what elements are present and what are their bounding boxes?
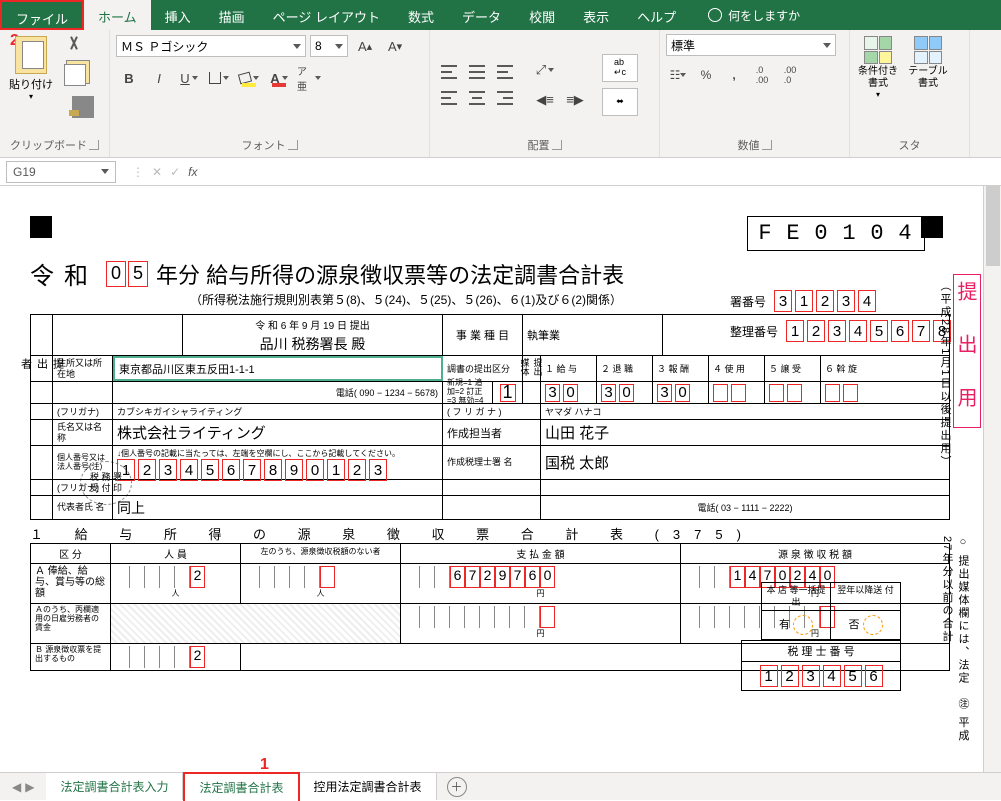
honten-box: 本 店 等一括提出翌年以降送 付 有 否 [761, 582, 901, 640]
dialog-launcher-icon[interactable] [89, 140, 99, 150]
alignment-label: 配置 [528, 137, 550, 153]
era-year: 05 [106, 261, 148, 287]
section1-title: １ 給 与 所 得 の 源 泉 徴 収 票 合 計 表 (375) [30, 524, 961, 543]
ribbon-body: 貼り付け ▾ クリップボード ＭＳ Ｐゴシック 8 A▴ A▾ B I U [0, 30, 1001, 158]
tab-home[interactable]: ホーム [84, 0, 151, 30]
increase-indent-icon[interactable]: ≡▶ [562, 88, 588, 112]
font-color-button[interactable]: A [266, 66, 292, 90]
side-note-2: ○ 提出媒体欄には、法定 ㊟ 平成27年分以前の合計 [939, 536, 971, 746]
tell-me[interactable]: 何をしますか [698, 0, 810, 30]
underline-button[interactable]: U [176, 66, 202, 90]
comma-icon[interactable]: , [722, 64, 746, 86]
currency-icon[interactable]: ☷ [666, 64, 690, 86]
merge-button[interactable]: ⬌ [602, 88, 638, 116]
align-middle-icon[interactable] [464, 60, 490, 84]
dialog-launcher-icon[interactable] [552, 140, 562, 150]
worksheet[interactable]: FE0104 令和 05 年分 給与所得の源泉徴収票等の法定調書合計表 （所得税… [0, 186, 1001, 746]
fill-color-button[interactable] [236, 66, 262, 90]
vertical-scrollbar[interactable] [983, 186, 1001, 772]
formula-bar: G19 ⋮ ✕ ✓ fx [0, 158, 1001, 186]
sheet-tab-copy[interactable]: 控用法定調書合計表 [300, 773, 437, 800]
sheet-nav-prev-icon[interactable]: ◀ [12, 780, 21, 794]
tab-formulas[interactable]: 数式 [394, 0, 448, 30]
tab-view[interactable]: 表示 [569, 0, 623, 30]
grid-icon [914, 36, 942, 64]
address-cell[interactable]: 東京都品川区東五反田1-1-1 [113, 356, 443, 381]
tab-insert[interactable]: 挿入 [151, 0, 205, 30]
corner-mark [30, 216, 52, 238]
align-top-icon[interactable] [436, 60, 462, 84]
increase-decimal-icon[interactable]: .0.00 [750, 64, 774, 86]
fx-icon[interactable]: fx [188, 165, 197, 179]
decrease-indent-icon[interactable]: ◀≡ [532, 88, 558, 112]
table-format-button[interactable]: テーブル書式 [906, 34, 950, 90]
dialog-launcher-icon[interactable] [762, 140, 772, 150]
phonetic-button[interactable]: ア亜 [296, 66, 322, 90]
office-no-label: 署番号 [730, 293, 766, 310]
font-label: フォント [242, 137, 286, 153]
bulb-icon [708, 8, 722, 22]
conditional-format-button[interactable]: 条件付き書式 ▾ [856, 34, 900, 99]
italic-button[interactable]: I [146, 66, 172, 90]
formula-input[interactable] [207, 161, 1001, 183]
sheet-tab-input[interactable]: 法定調書合計表入力 [46, 773, 183, 800]
grid-icon [864, 36, 892, 64]
align-right-icon[interactable] [492, 86, 518, 110]
number-label: 数値 [738, 137, 760, 153]
enter-icon[interactable]: ✓ [170, 165, 180, 179]
wrap-text-button[interactable]: ab↵c [602, 54, 638, 82]
formula-menu-icon[interactable]: ⋮ [132, 165, 144, 179]
tab-data[interactable]: データ [448, 0, 515, 30]
sheet-tab-bar: ◀ ▶ 法定調書合計表入力 法定調書合計表 控用法定調書合計表 ＋ [0, 772, 1001, 800]
name-box[interactable]: G19 [6, 161, 116, 183]
align-bottom-icon[interactable] [492, 60, 518, 84]
sheet-tab-summary[interactable]: 法定調書合計表 [183, 772, 299, 801]
copy-icon[interactable] [64, 64, 86, 86]
tab-draw[interactable]: 描画 [205, 0, 259, 30]
clipboard-label: クリップボード [10, 137, 87, 153]
tab-page-layout[interactable]: ページ レイアウト [259, 0, 394, 30]
bold-button[interactable]: B [116, 66, 142, 90]
tab-help[interactable]: ヘルプ [623, 0, 690, 30]
decrease-font-icon[interactable]: A▾ [382, 34, 408, 58]
dialog-launcher-icon[interactable] [288, 140, 298, 150]
percent-icon[interactable]: % [694, 64, 718, 86]
decrease-decimal-icon[interactable]: .00.0 [778, 64, 802, 86]
orientation-button[interactable]: ⤢ [532, 58, 558, 82]
font-size-combo[interactable]: 8 [310, 35, 348, 57]
paste-icon [15, 36, 47, 74]
align-left-icon[interactable] [436, 86, 462, 110]
font-name-combo[interactable]: ＭＳ Ｐゴシック [116, 35, 306, 57]
form-title: 年分 給与所得の源泉徴収票等の法定調書合計表 [156, 258, 624, 290]
tab-review[interactable]: 校閲 [515, 0, 569, 30]
form-code: FE0104 [747, 216, 925, 251]
era-label: 令和 [30, 256, 98, 291]
tab-file[interactable]: ファイル [0, 0, 84, 30]
sheet-nav-next-icon[interactable]: ▶ [25, 780, 34, 794]
ribbon-tab-bar: ファイル ホーム 挿入 描画 ページ レイアウト 数式 データ 校閲 表示 ヘル… [0, 0, 1001, 30]
number-format-combo[interactable]: 標準 [666, 34, 836, 56]
cut-icon[interactable] [64, 34, 86, 56]
format-painter-icon[interactable] [72, 96, 94, 118]
alignment-grid [436, 60, 518, 110]
add-sheet-button[interactable]: ＋ [447, 777, 467, 797]
styles-label: スタ [899, 137, 921, 153]
align-center-icon[interactable] [464, 86, 490, 110]
border-button[interactable] [206, 66, 232, 90]
cancel-icon[interactable]: ✕ [152, 165, 162, 179]
increase-font-icon[interactable]: A▴ [352, 34, 378, 58]
